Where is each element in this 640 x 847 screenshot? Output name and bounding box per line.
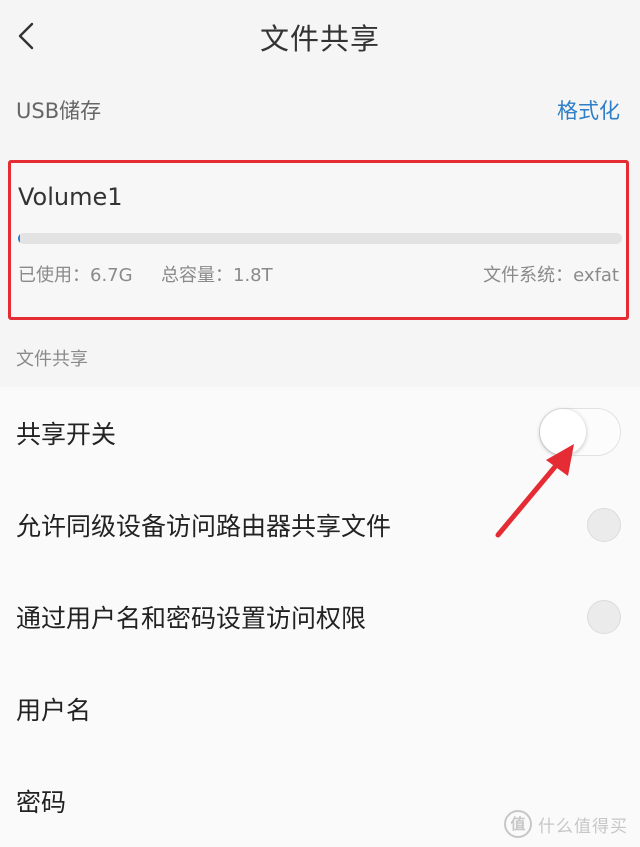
username-label: 用户名 [16, 696, 92, 725]
auth-access-radio[interactable] [587, 600, 621, 634]
settings-list: 共享开关 允许同级设备访问路由器共享文件 通过用户名和密码设置访问权限 用户名 … [0, 387, 640, 847]
auth-access-label: 通过用户名和密码设置访问权限 [16, 604, 367, 633]
allow-peer-access-label: 允许同级设备访问路由器共享文件 [16, 512, 392, 541]
watermark-logo-icon: 值 [504, 810, 532, 838]
section-label: 文件共享 [16, 349, 88, 370]
volume-name: Volume1 [18, 183, 123, 211]
toggle-knob [540, 409, 586, 455]
volume-used: 已使用：6.7G [18, 265, 133, 286]
volume-usage-fill [18, 233, 21, 244]
auth-access-row[interactable]: 通过用户名和密码设置访问权限 [0, 571, 640, 663]
allow-peer-access-radio[interactable] [587, 508, 621, 542]
allow-peer-access-row[interactable]: 允许同级设备访问路由器共享文件 [0, 479, 640, 571]
usb-storage-label: USB储存 [16, 99, 102, 123]
volume-usage-bar [18, 233, 622, 244]
share-toggle[interactable] [539, 408, 621, 456]
format-button[interactable]: 格式化 [557, 95, 620, 125]
volume-filesystem: 文件系统：exfat [483, 265, 619, 286]
share-switch-row[interactable]: 共享开关 [0, 387, 640, 479]
watermark: 值 什么值得买 [504, 810, 628, 838]
password-label: 密码 [16, 788, 67, 817]
share-switch-label: 共享开关 [16, 420, 117, 449]
volume-card[interactable]: Volume1 已使用：6.7G 总容量：1.8T 文件系统：exfat [8, 160, 629, 320]
volume-total: 总容量：1.8T [161, 265, 273, 286]
watermark-text: 什么值得买 [538, 816, 628, 837]
header-bar: 文件共享 [0, 0, 640, 76]
page-title: 文件共享 [259, 22, 380, 56]
username-row[interactable]: 用户名 [0, 663, 640, 755]
